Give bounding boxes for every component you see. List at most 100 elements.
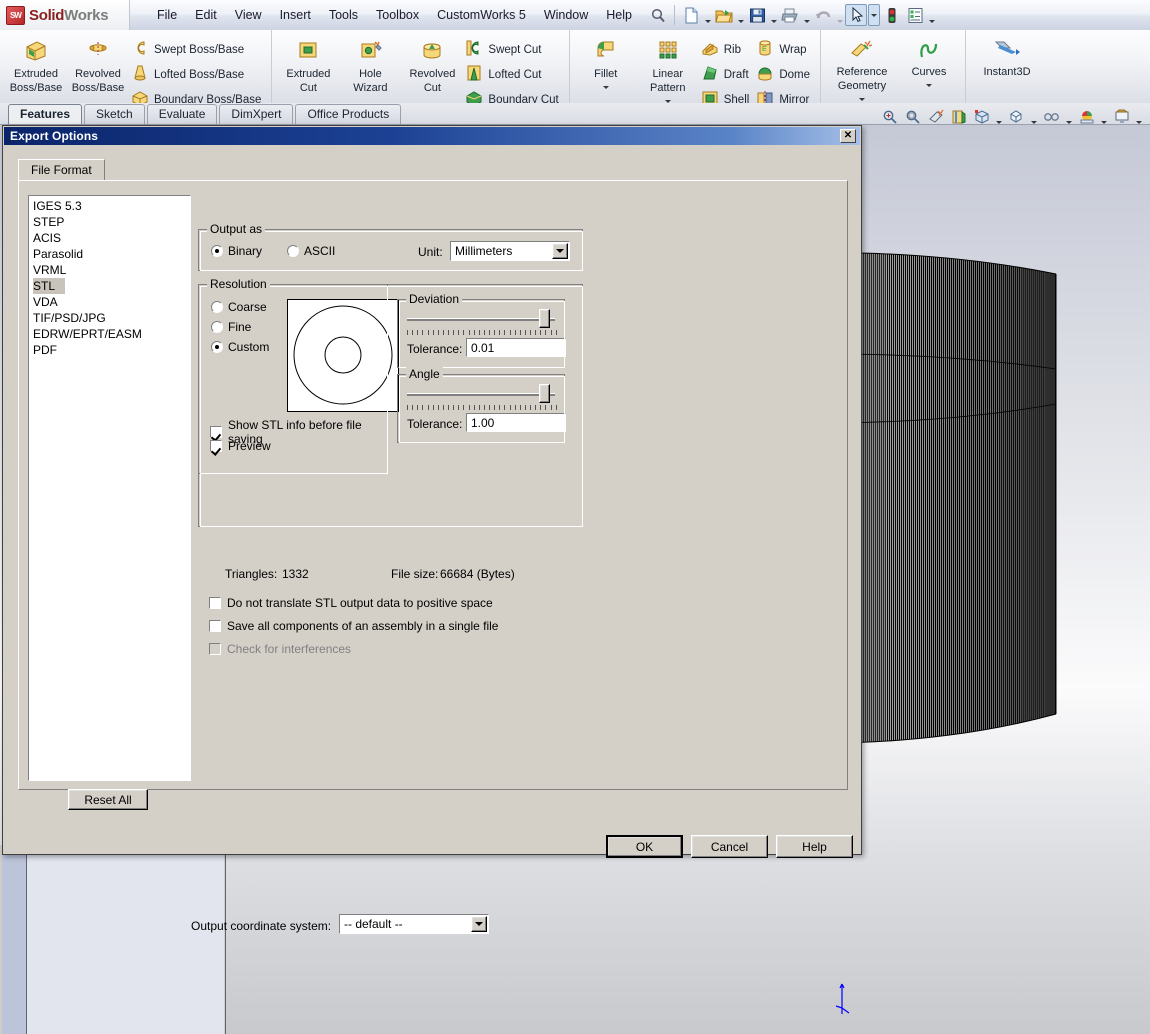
print-icon[interactable]: [779, 4, 801, 26]
print-dropdown[interactable]: [802, 1, 811, 29]
extruded-boss-base-button[interactable]: Extruded Boss/Base: [5, 33, 67, 94]
save-icon[interactable]: [746, 4, 768, 26]
revolved-boss-base-button[interactable]: Revolved Boss/Base: [67, 33, 129, 94]
search-icon[interactable]: [647, 4, 669, 26]
menu-help[interactable]: Help: [597, 4, 641, 26]
edit-appearance-dropdown[interactable]: [1064, 105, 1074, 128]
select-dropdown[interactable]: [868, 4, 880, 26]
options-dropdown[interactable]: [927, 1, 936, 29]
menu-edit[interactable]: Edit: [186, 4, 226, 26]
ok-button[interactable]: OK: [606, 835, 683, 858]
deviation-slider-track[interactable]: [407, 318, 555, 321]
lofted-boss-base-button[interactable]: Lofted Boss/Base: [129, 62, 266, 87]
section-view-icon[interactable]: [925, 107, 946, 126]
reset-all-button[interactable]: Reset All: [68, 789, 148, 810]
hole-wizard-button[interactable]: Hole Wizard: [339, 33, 401, 94]
help-button[interactable]: Help: [776, 835, 853, 858]
close-icon[interactable]: ✕: [840, 129, 856, 143]
feature-manager-tab-strip[interactable]: [2, 845, 26, 1034]
rib-button[interactable]: Rib: [699, 37, 755, 62]
fillet-button[interactable]: Fillet: [575, 33, 637, 92]
tab-sketch[interactable]: Sketch: [84, 104, 145, 124]
zoom-to-fit-icon[interactable]: [879, 107, 900, 126]
open-folder-icon[interactable]: [713, 4, 735, 26]
apply-scene-dropdown[interactable]: [1099, 105, 1109, 128]
traffic-light-icon[interactable]: [881, 4, 903, 26]
menu-toolbox[interactable]: Toolbox: [367, 4, 428, 26]
menu-tools[interactable]: Tools: [320, 4, 367, 26]
instant3d-button[interactable]: Instant3D: [971, 33, 1043, 78]
unit-combobox[interactable]: Millimeters: [450, 241, 570, 261]
lofted-cut-button[interactable]: Lofted Cut: [463, 62, 563, 87]
wrap-button[interactable]: E Wrap: [754, 37, 815, 62]
curves-dropdown[interactable]: [898, 80, 960, 90]
cancel-button[interactable]: Cancel: [691, 835, 768, 858]
tab-office-products[interactable]: Office Products: [295, 104, 402, 124]
display-style-dropdown[interactable]: [994, 105, 1004, 128]
list-item[interactable]: IGES 5.3: [29, 198, 190, 214]
list-item[interactable]: STEP: [29, 214, 190, 230]
radio-coarse[interactable]: Coarse: [211, 300, 267, 314]
options-icon[interactable]: [904, 4, 926, 26]
new-document-dropdown[interactable]: [703, 1, 712, 29]
extruded-cut-button[interactable]: Extruded Cut: [277, 33, 339, 94]
menu-view[interactable]: View: [226, 4, 271, 26]
feature-manager-panel[interactable]: [26, 845, 224, 1034]
display-style-icon[interactable]: [971, 107, 992, 126]
coordinate-system-dropdown-button[interactable]: [471, 916, 487, 932]
edit-appearance-icon[interactable]: [1041, 107, 1062, 126]
boundary-cut-button[interactable]: Boundary Cut: [463, 87, 563, 103]
open-folder-dropdown[interactable]: [736, 1, 745, 29]
menu-window[interactable]: Window: [535, 4, 597, 26]
new-document-icon[interactable]: [680, 4, 702, 26]
view-settings-dropdown[interactable]: [1134, 105, 1144, 128]
zoom-to-area-icon[interactable]: [902, 107, 923, 126]
undo-icon[interactable]: [812, 4, 834, 26]
shell-button[interactable]: Shell: [699, 87, 755, 103]
menu-file[interactable]: File: [148, 4, 186, 26]
curves-button[interactable]: Curves: [898, 33, 960, 90]
list-item[interactable]: PDF: [29, 342, 190, 358]
save-dropdown[interactable]: [769, 1, 778, 29]
export-options-dialog[interactable]: Export Options ✕ File Format IGES 5.3 ST…: [2, 125, 862, 934]
reference-geometry-button[interactable]: Reference Geometry: [826, 33, 898, 103]
angle-slider-thumb[interactable]: [539, 384, 550, 403]
tab-file-format[interactable]: File Format: [18, 159, 105, 180]
menu-customworks[interactable]: CustomWorks 5: [428, 4, 535, 26]
tab-evaluate[interactable]: Evaluate: [146, 104, 218, 124]
angle-tolerance-input[interactable]: 1.00: [466, 413, 566, 432]
feature-manager-splitter[interactable]: [0, 845, 226, 1034]
list-item[interactable]: VDA: [29, 294, 190, 310]
swept-boss-base-button[interactable]: Swept Boss/Base: [129, 37, 266, 62]
select-arrow-icon[interactable]: [845, 4, 867, 26]
angle-slider-track[interactable]: [407, 393, 555, 396]
radio-fine[interactable]: Fine: [211, 320, 251, 334]
radio-binary[interactable]: Binary: [211, 244, 262, 258]
list-item[interactable]: EDRW/EPRT/EASM: [29, 326, 190, 342]
tab-features[interactable]: Features: [8, 104, 83, 124]
no-translate-checkbox[interactable]: Do not translate STL output data to posi…: [209, 596, 493, 610]
deviation-tolerance-input[interactable]: 0.01: [466, 338, 566, 357]
menu-insert[interactable]: Insert: [271, 4, 320, 26]
hide-show-dropdown[interactable]: [1029, 105, 1039, 128]
apply-scene-icon[interactable]: [1076, 107, 1097, 126]
list-item-selected[interactable]: STL: [33, 278, 65, 294]
radio-ascii[interactable]: ASCII: [287, 244, 335, 258]
revolved-cut-button[interactable]: Revolved Cut: [401, 33, 463, 94]
dome-button[interactable]: Dome: [754, 62, 815, 87]
fillet-dropdown[interactable]: [575, 82, 637, 92]
list-item[interactable]: TIF/PSD/JPG: [29, 310, 190, 326]
dialog-title-bar[interactable]: Export Options ✕: [4, 127, 860, 145]
view-orientation-icon[interactable]: [948, 107, 969, 126]
mirror-button[interactable]: Mirror: [754, 87, 815, 103]
list-item[interactable]: VRML: [29, 262, 190, 278]
tab-dimxpert[interactable]: DimXpert: [219, 104, 294, 124]
save-assembly-single-file-checkbox[interactable]: Save all components of an assembly in a …: [209, 619, 498, 633]
list-item[interactable]: Parasolid: [29, 246, 190, 262]
linear-pattern-button[interactable]: Linear Pattern: [637, 33, 699, 103]
output-coordinate-system-combobox[interactable]: -- default --: [339, 914, 489, 934]
list-item[interactable]: ACIS: [29, 230, 190, 246]
file-format-list[interactable]: IGES 5.3 STEP ACIS Parasolid VRML STL VD…: [28, 195, 191, 781]
unit-dropdown-button[interactable]: [552, 243, 568, 259]
deviation-slider-thumb[interactable]: [539, 309, 550, 328]
